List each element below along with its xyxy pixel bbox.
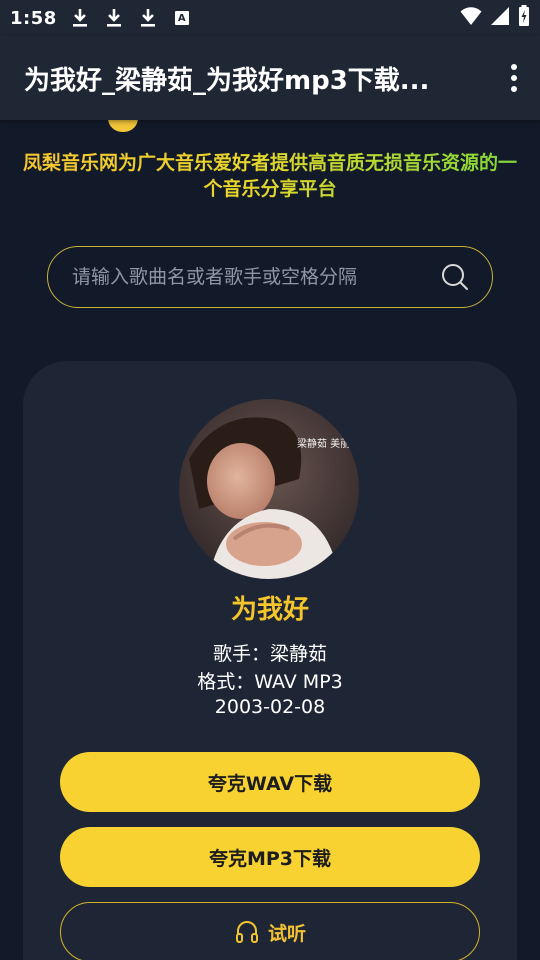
- headphone-icon: [234, 919, 260, 945]
- a-icon: A: [174, 11, 189, 25]
- quark-wav-download-label: 夸克WAV下载: [207, 772, 333, 795]
- song-artist: 歌手：梁静茹: [212, 643, 327, 665]
- search-bar[interactable]: [47, 246, 493, 308]
- logo-icon: [108, 120, 138, 132]
- search-icon[interactable]: [440, 262, 470, 292]
- main-content[interactable]: 凤梨音乐网为广大音乐爱好者提供高音质无损音乐资源的一个音乐分享平台 请输入歌曲名…: [0, 120, 540, 960]
- listen-button[interactable]: 试听: [60, 902, 480, 960]
- more-options-icon[interactable]: [502, 61, 526, 95]
- download-icon: [103, 7, 125, 29]
- listen-label: 试听: [267, 922, 306, 945]
- download-icon: [69, 7, 91, 29]
- quark-mp3-download-button[interactable]: 夸克MP3下载: [60, 827, 480, 887]
- song-title: 为我好: [230, 595, 309, 625]
- song-date: 2003-02-08: [214, 696, 326, 718]
- song-format: 格式：WAV MP3: [197, 671, 343, 693]
- app-bar: 为我好_梁静茹_为我好mp3下载...: [0, 36, 540, 120]
- site-tagline: 凤梨音乐网为广大音乐爱好者提供高音质无损音乐资源的一个音乐分享平台: [20, 150, 520, 202]
- quark-mp3-download-label: 夸克MP3下载: [208, 847, 332, 870]
- signal-icon: [490, 6, 510, 30]
- song-card: 梁静茹 美丽人生 为我好 歌手：梁静茹 格式：WAV MP3 2003-02-0…: [23, 361, 517, 960]
- download-icon: [137, 7, 159, 29]
- status-right: [460, 5, 530, 31]
- battery-icon: [518, 5, 530, 31]
- cover-text: 梁静茹 美丽人生: [297, 437, 359, 450]
- wifi-icon: [460, 6, 482, 30]
- status-time: 1:58: [10, 7, 57, 29]
- status-bar: 1:58 A: [0, 0, 540, 36]
- status-left: 1:58 A: [10, 7, 189, 29]
- search-input[interactable]: [72, 266, 440, 288]
- album-cover: 梁静茹 美丽人生: [179, 399, 359, 579]
- quark-wav-download-button[interactable]: 夸克WAV下载: [60, 752, 480, 812]
- page-title: 为我好_梁静茹_为我好mp3下载...: [24, 65, 430, 96]
